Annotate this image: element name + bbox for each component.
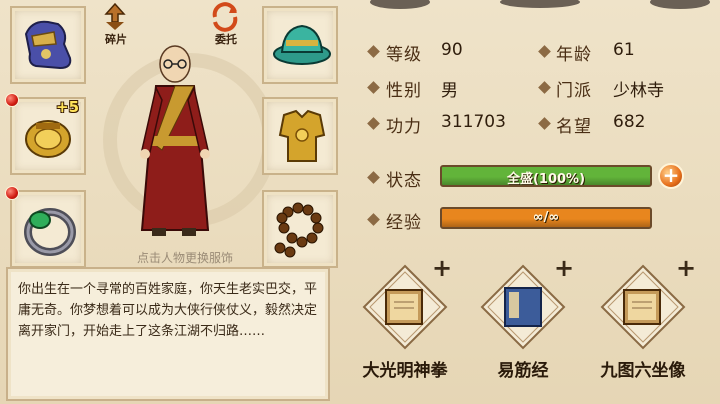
sect-value: 少林寺 xyxy=(613,81,664,101)
equip-slot-beads[interactable] xyxy=(262,190,338,268)
equip-slot-ring[interactable] xyxy=(10,190,86,268)
top-decoration xyxy=(370,0,710,9)
experience-label: 经验 xyxy=(386,213,422,233)
status-label: 状态 xyxy=(386,171,422,191)
stat-bullet xyxy=(367,213,380,226)
fame-value: 682 xyxy=(613,112,646,132)
fragments-label[interactable]: 碎片 xyxy=(96,31,136,47)
skill-slot-3[interactable] xyxy=(598,262,688,352)
hat-icon xyxy=(273,24,331,65)
experience-bar: ∞/∞ xyxy=(440,207,652,229)
equip-alert-dot xyxy=(5,93,19,107)
level-label: 等级 xyxy=(386,45,422,65)
equip-slot-hat[interactable] xyxy=(262,6,338,84)
status-add-button[interactable]: + xyxy=(658,163,684,189)
age-label: 年龄 xyxy=(556,45,592,65)
stat-bullet xyxy=(367,117,380,130)
scroll-book-icon xyxy=(600,264,686,350)
skill-add-button[interactable]: + xyxy=(676,254,696,282)
stat-bullet xyxy=(538,117,551,130)
power-label: 功力 xyxy=(386,117,422,137)
equip-slot-armor[interactable] xyxy=(262,97,338,175)
skill-name: 九图六坐像 xyxy=(600,361,686,381)
jade-ring-icon xyxy=(24,208,76,256)
stat-bullet xyxy=(538,81,551,94)
status-bar-text: 全盛(100%) xyxy=(506,172,586,187)
level-value: 90 xyxy=(441,40,463,60)
skill-add-button[interactable]: + xyxy=(554,254,574,282)
fragments-icon[interactable] xyxy=(100,2,130,32)
equip-slot-boots[interactable] xyxy=(10,6,86,84)
prayer-beads-icon xyxy=(274,202,324,258)
experience-bar-text: ∞/∞ xyxy=(532,210,560,225)
skill-name: 易筋经 xyxy=(497,361,549,381)
gender-value: 男 xyxy=(441,81,458,101)
delegate-icon[interactable] xyxy=(210,2,240,32)
skill-name: 大光明神拳 xyxy=(362,361,448,381)
fame-label: 名望 xyxy=(556,117,592,137)
status-bar: 全盛(100%) xyxy=(440,165,652,187)
stat-bullet xyxy=(367,171,380,184)
change-outfit-hint: 点击人物更换服饰 xyxy=(136,251,233,265)
armor-icon xyxy=(278,109,326,162)
age-value: 61 xyxy=(613,40,635,60)
stat-bullet xyxy=(538,45,551,58)
power-value: 311703 xyxy=(441,112,506,132)
skill-add-button[interactable]: + xyxy=(432,254,452,282)
stat-bullet xyxy=(367,81,380,94)
character-bio: 你出生在一个寻常的百姓家庭，你天生老实巴交，平庸无奇。你梦想着可以成为大侠行侠仗… xyxy=(6,267,330,401)
character-screen: +5 碎片 委托 点击人物更换服饰 你出生在一个寻常的百姓家庭，你天生老实巴交，… xyxy=(0,0,720,404)
gender-label: 性别 xyxy=(386,81,422,101)
stat-bullet xyxy=(367,45,380,58)
sect-label: 门派 xyxy=(556,81,592,101)
character-figure[interactable] xyxy=(132,40,218,240)
enhance-level-badge: +5 xyxy=(56,98,80,116)
equip-alert-dot xyxy=(5,186,19,200)
boots-icon xyxy=(24,20,72,70)
